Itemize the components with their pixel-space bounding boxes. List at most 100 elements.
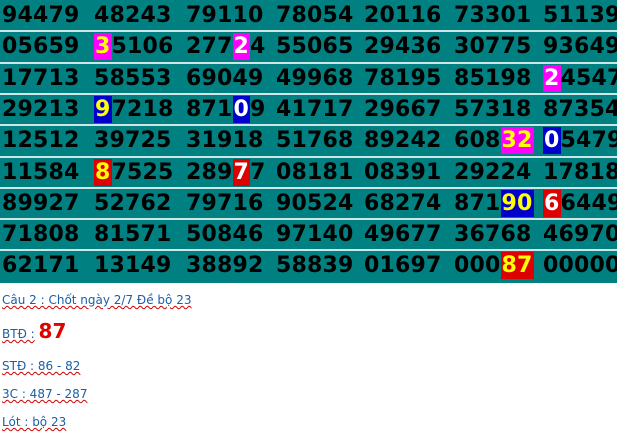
grid-cell: 94479 bbox=[2, 1, 80, 30]
grid-cell: 87109 bbox=[186, 95, 266, 124]
row-divider bbox=[0, 249, 617, 251]
highlighted-digit: 7 bbox=[232, 159, 251, 186]
grid-cell: 46970 bbox=[543, 220, 617, 249]
cell-suffix: 4 bbox=[250, 34, 266, 59]
grid-row: 94479 48243 79110 78054 20116 73301 51139 bbox=[0, 1, 617, 30]
highlighted-digit: 8 bbox=[94, 159, 112, 186]
cell-number: 58839 bbox=[276, 253, 354, 278]
grid-cell: 87525 bbox=[94, 158, 174, 187]
grid-cell: 05659 bbox=[2, 32, 80, 61]
cell-number: 90524 bbox=[276, 191, 354, 216]
grid-cell: 58839 bbox=[276, 251, 354, 280]
cell-number: 29213 bbox=[2, 97, 80, 122]
grid-cell: 60832 bbox=[454, 126, 534, 155]
grid-cell: 39725 bbox=[94, 126, 172, 155]
grid-cell: 50846 bbox=[186, 220, 264, 249]
grid-row: 17713 58553 69049 49968 78195 85198 24547 bbox=[0, 64, 617, 93]
cell-number: 55065 bbox=[276, 34, 354, 59]
cell-number: 13149 bbox=[94, 253, 172, 278]
cell-number: 85198 bbox=[454, 66, 532, 91]
cell-prefix: 871 bbox=[186, 97, 233, 122]
grid-cell: 28977 bbox=[186, 158, 266, 187]
cell-number: 51768 bbox=[276, 128, 354, 153]
grid-cell: 17713 bbox=[2, 64, 80, 93]
cell-number: 39725 bbox=[94, 128, 172, 153]
btd-line: BTĐ : 87 bbox=[2, 319, 66, 343]
cell-number: 97140 bbox=[276, 222, 354, 247]
grid-cell: 17818 bbox=[543, 158, 617, 187]
cell-number: 68274 bbox=[364, 191, 442, 216]
cell-number: 05659 bbox=[2, 34, 80, 59]
grid-cell: 08391 bbox=[364, 158, 442, 187]
grid-cell: 66449 bbox=[543, 189, 617, 218]
highlighted-digit: 2 bbox=[543, 65, 561, 92]
cell-number: 36768 bbox=[454, 222, 532, 247]
grid-row: 11584 87525 28977 08181 08391 29224 17818 bbox=[0, 158, 617, 187]
cell-suffix: 7218 bbox=[111, 97, 174, 122]
highlighted-digit: 87 bbox=[500, 252, 534, 279]
note-line-1: Câu 2 : Chốt ngày 2/7 Đề bộ 23 bbox=[2, 293, 191, 307]
row-divider bbox=[0, 218, 617, 220]
grid-row: 05659 35106 27724 55065 29436 30775 93649 bbox=[0, 32, 617, 61]
grid-row: 29213 9 7218 87109 41717 29667 57318 87354 bbox=[0, 95, 617, 124]
cell-number: 12512 bbox=[2, 128, 80, 153]
grid-cell: 38892 bbox=[186, 251, 264, 280]
cell-prefix: 000 bbox=[454, 253, 501, 278]
cell-suffix: 9 bbox=[250, 97, 266, 122]
cell-number: 01697 bbox=[364, 253, 442, 278]
chot-ngay-text: Câu 2 : Chốt ngày 2/7 Đề bộ 23 bbox=[2, 293, 192, 307]
grid-cell: 89927 bbox=[2, 189, 80, 218]
grid-cell: 01697 bbox=[364, 251, 442, 280]
cell-number: 50846 bbox=[186, 222, 264, 247]
highlighted-digit: 2 bbox=[232, 33, 251, 60]
row-divider bbox=[0, 187, 617, 189]
c3-text: 3C : 487 - 287 bbox=[2, 387, 88, 401]
cell-number: 87354 bbox=[543, 97, 617, 122]
cell-number: 81571 bbox=[94, 222, 172, 247]
cell-number: 20116 bbox=[364, 3, 442, 28]
cell-number: 29667 bbox=[364, 97, 442, 122]
cell-number: 11584 bbox=[2, 160, 80, 185]
cell-number: 71808 bbox=[2, 222, 80, 247]
cell-number: 51139 bbox=[543, 3, 617, 28]
grid-cell: 08181 bbox=[276, 158, 354, 187]
highlighted-digit: 6 bbox=[543, 190, 561, 217]
cell-number: 93649 bbox=[543, 34, 617, 59]
cell-number: 69049 bbox=[186, 66, 264, 91]
grid-cell: 58553 bbox=[94, 64, 172, 93]
cell-number: 89927 bbox=[2, 191, 80, 216]
cell-suffix: 5106 bbox=[111, 34, 174, 59]
btd-value: 87 bbox=[38, 319, 67, 343]
cell-number: 17713 bbox=[2, 66, 80, 91]
grid-cell: 31918 bbox=[186, 126, 264, 155]
highlighted-digit: 90 bbox=[500, 190, 534, 217]
grid-cell: 49968 bbox=[276, 64, 354, 93]
grid-cell: 87354 bbox=[543, 95, 617, 124]
std-line: STĐ : 86 - 82 bbox=[2, 359, 80, 373]
grid-cell: 00000 bbox=[543, 251, 617, 280]
grid-cell: 35106 bbox=[94, 32, 174, 61]
cell-number: 79110 bbox=[186, 3, 264, 28]
grid-cell: 89242 bbox=[364, 126, 442, 155]
cell-number: 49968 bbox=[276, 66, 354, 91]
grid-cell: 29224 bbox=[454, 158, 532, 187]
grid-cell: 85198 bbox=[454, 64, 532, 93]
cell-number: 31918 bbox=[186, 128, 264, 153]
cell-number: 62171 bbox=[2, 253, 80, 278]
row-divider bbox=[0, 93, 617, 95]
lot-text: Lót : bộ 23 bbox=[2, 415, 67, 429]
cell-prefix: 277 bbox=[186, 34, 233, 59]
grid-cell: 55065 bbox=[276, 32, 354, 61]
grid-cell: 30775 bbox=[454, 32, 532, 61]
cell-number: 30775 bbox=[454, 34, 532, 59]
grid-cell: 78195 bbox=[364, 64, 442, 93]
cell-number: 57318 bbox=[454, 97, 532, 122]
grid-cell: 00087 bbox=[454, 251, 534, 280]
c3-line: 3C : 487 - 287 bbox=[2, 387, 87, 401]
highlighted-digit: 3 bbox=[94, 33, 112, 60]
grid-cell: 48243 bbox=[94, 1, 172, 30]
cell-number: 41717 bbox=[276, 97, 354, 122]
highlighted-digit: 0 bbox=[232, 96, 251, 123]
grid-cell: 29213 bbox=[2, 95, 80, 124]
cell-number: 52762 bbox=[94, 191, 172, 216]
